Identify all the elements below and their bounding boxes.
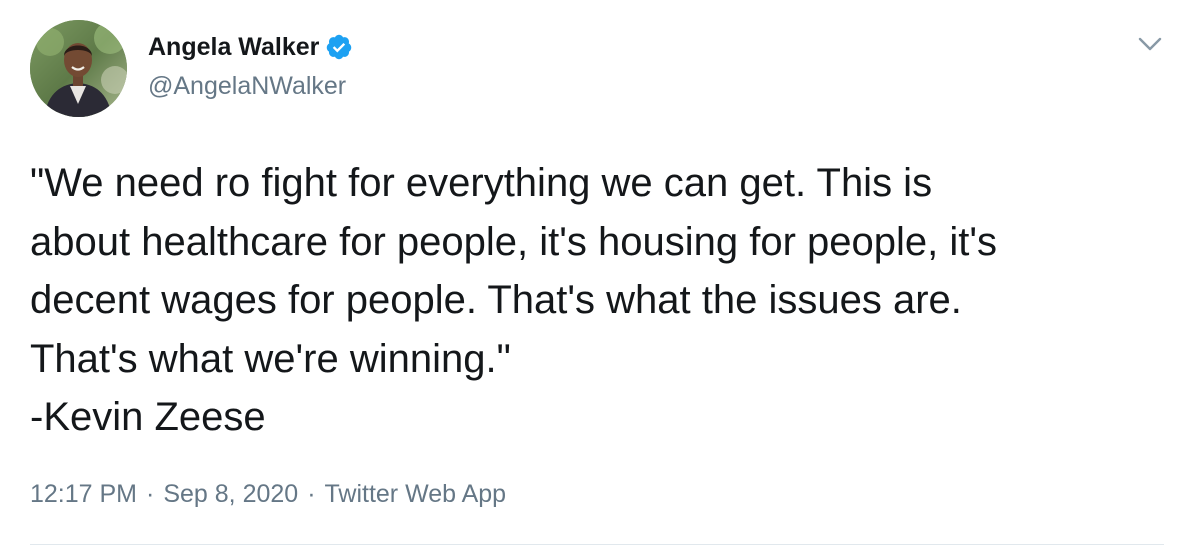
divider (30, 544, 1164, 545)
tweet-metadata: 12:17 PM · Sep 8, 2020 · Twitter Web App (30, 480, 506, 509)
tweet-card: Angela Walker @AngelaNWalker "We need ro… (0, 0, 1192, 547)
tweet-date[interactable]: Sep 8, 2020 (163, 480, 298, 509)
author-avatar[interactable] (30, 20, 127, 117)
tweet-source[interactable]: Twitter Web App (325, 480, 507, 509)
chevron-down-icon[interactable] (1136, 30, 1164, 58)
meta-separator: · (307, 480, 316, 508)
author-display-name[interactable]: Angela Walker (148, 33, 319, 62)
author-handle[interactable]: @AngelaNWalker (148, 72, 346, 101)
meta-separator: · (146, 480, 155, 508)
tweet-text: "We need ro fight for everything we can … (30, 161, 998, 439)
avatar-photo (30, 20, 127, 117)
verified-badge-icon (325, 33, 353, 61)
tweet-time[interactable]: 12:17 PM (30, 480, 137, 509)
author-name-row: Angela Walker (148, 32, 353, 62)
